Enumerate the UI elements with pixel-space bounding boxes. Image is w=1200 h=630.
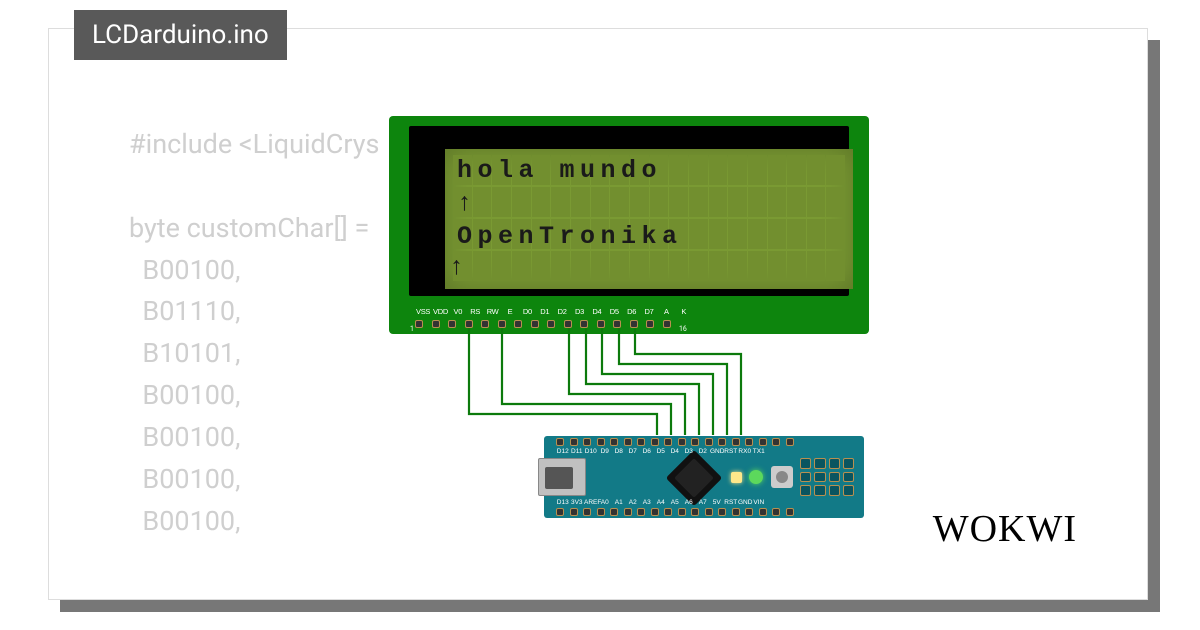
usb-port-icon: [538, 458, 586, 496]
preview-card: #include <LiquidCrys byte customChar[] =…: [48, 28, 1148, 600]
wokwi-logo: WOKWI: [933, 507, 1077, 551]
code-snippet: #include <LiquidCrys byte customChar[] =…: [129, 124, 379, 542]
lcd-pin-16-label: 16: [679, 325, 687, 333]
mcu-chip-icon: [666, 450, 723, 507]
reset-button[interactable]: [771, 466, 793, 488]
lcd-module[interactable]: // char grid generated below via JS afte…: [389, 116, 869, 334]
lcd-text-lines: hola mundo ↑ OpenTronika: [457, 154, 683, 253]
nano-led-power-icon: [749, 470, 763, 484]
nano-pins-bottom: [556, 508, 794, 516]
lcd-pin-holes: [415, 320, 671, 328]
lcd-pin-labels: VSSVDDV0RSRWED0D1D2D3D4D5D6D7AK: [415, 307, 692, 316]
lcd-text-line4: ↑: [449, 253, 470, 282]
nano-led-tx-icon: [731, 472, 742, 483]
nano-proto-area: [800, 458, 854, 496]
lcd-bezel: // char grid generated below via JS afte…: [409, 126, 849, 296]
nano-labels-top: D12D11D10D9D8D7D6D5D4D3D2GNDRSTRX0TX1: [556, 448, 766, 455]
filename-tab: LCDarduino.ino: [74, 10, 287, 60]
nano-labels-bottom: D133V3AREFA0A1A2A3A4A5A6A75VRSTGNDVIN: [556, 499, 766, 506]
simulation-area: // char grid generated below via JS afte…: [389, 116, 919, 546]
lcd-pin-1-label: 1: [410, 325, 414, 333]
nano-pins-top: [556, 438, 794, 446]
arduino-nano[interactable]: D12D11D10D9D8D7D6D5D4D3D2GNDRSTRX0TX1 D1…: [544, 436, 864, 518]
